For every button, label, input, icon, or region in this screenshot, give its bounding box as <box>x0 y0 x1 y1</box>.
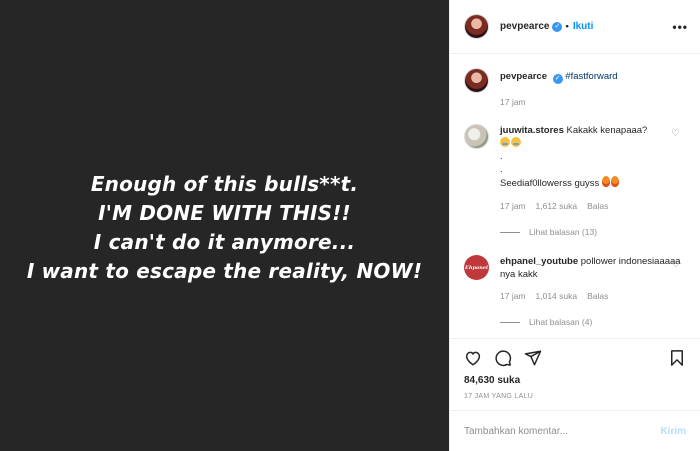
action-icons <box>464 349 686 369</box>
caption-time[interactable]: 17 jam <box>500 96 526 109</box>
view-replies-button[interactable]: Lihat balasan (13) <box>500 227 597 237</box>
media-line: Enough of this bulls**t. <box>90 172 359 196</box>
follow-button[interactable]: Ikuti <box>573 21 594 32</box>
caption-row: pevpearce ✓ #fastforward 17 jam <box>464 68 686 109</box>
add-comment-bar: Kirim <box>450 410 700 451</box>
bookmark-icon[interactable] <box>668 349 686 367</box>
comment-likes[interactable]: 1,014 suka <box>536 290 578 303</box>
post-side-panel: pevpearce ✓ • Ikuti ••• pevpearce ✓ #fas… <box>449 0 700 451</box>
avatar[interactable] <box>464 124 489 149</box>
comment-username[interactable]: ehpanel_youtube <box>500 256 578 267</box>
avatar[interactable]: Ehpanel <box>464 255 489 280</box>
post-header: pevpearce ✓ • Ikuti ••• <box>450 0 700 54</box>
caption-hashtag[interactable]: #fastforward <box>565 71 617 82</box>
comment-text: Seediaf0llowerss guyss <box>500 178 600 189</box>
post-timestamp[interactable]: 17 JAM YANG LALU <box>464 393 533 400</box>
reply-button[interactable]: Balas <box>587 200 608 213</box>
caption-username[interactable]: pevpearce <box>500 71 547 82</box>
more-options-icon[interactable]: ••• <box>672 20 688 34</box>
comment-input[interactable] <box>464 425 661 437</box>
fire-emoji-icon <box>601 176 610 187</box>
share-icon[interactable] <box>524 349 542 367</box>
comment-time[interactable]: 17 jam <box>500 200 526 213</box>
avatar[interactable] <box>464 14 489 39</box>
comment-item: juuwita.stores Kakakk kenapaaa? . . Seed… <box>464 124 686 213</box>
comment-icon[interactable] <box>494 349 512 367</box>
media-line: I want to escape the reality, NOW! <box>26 259 423 283</box>
divider <box>500 321 520 323</box>
media-text: Enough of this bulls**t. I'M DONE WITH T… <box>0 170 449 286</box>
verified-badge-icon: ✓ <box>552 21 563 32</box>
view-replies-label: Lihat balasan (4) <box>529 317 593 327</box>
fire-emoji-icon <box>610 176 619 187</box>
header-username[interactable]: pevpearce <box>500 21 549 32</box>
comment-text: Kakakk kenapaaa? <box>566 125 648 136</box>
verified-badge-icon: ✓ <box>552 74 563 84</box>
post-comment-button[interactable]: Kirim <box>660 426 686 437</box>
instagram-post: Enough of this bulls**t. I'M DONE WITH T… <box>0 0 700 451</box>
reply-button[interactable]: Balas <box>587 290 608 303</box>
comment-time[interactable]: 17 jam <box>500 290 526 303</box>
like-comment-heart-icon[interactable]: ♡ <box>671 128 680 139</box>
comment-item: Ehpanel ehpanel_youtube pollower indones… <box>464 255 686 303</box>
comment-likes[interactable]: 1,612 suka <box>536 200 578 213</box>
media-line: I'M DONE WITH THIS!! <box>98 201 351 225</box>
view-replies-button[interactable]: Lihat balasan (4) <box>500 317 592 327</box>
post-media[interactable]: Enough of this bulls**t. I'M DONE WITH T… <box>0 0 449 451</box>
divider <box>500 231 520 233</box>
crying-emoji-icon <box>500 137 510 147</box>
comment-text: . <box>500 164 503 175</box>
comment-username[interactable]: juuwita.stores <box>500 125 564 136</box>
emoji-row <box>500 137 686 150</box>
likes-count[interactable]: 84,630 suka <box>464 375 520 386</box>
view-replies-label: Lihat balasan (13) <box>529 227 598 237</box>
avatar[interactable] <box>464 68 489 93</box>
crying-emoji-icon <box>511 137 521 147</box>
avatar-logo-text: Ehpanel <box>465 264 488 271</box>
heart-icon[interactable] <box>464 349 482 367</box>
separator: • <box>565 21 569 32</box>
media-line: I can't do it anymore... <box>93 230 356 254</box>
like-comment-heart-icon[interactable]: ♡ <box>671 259 680 270</box>
comment-text: . <box>500 151 503 162</box>
